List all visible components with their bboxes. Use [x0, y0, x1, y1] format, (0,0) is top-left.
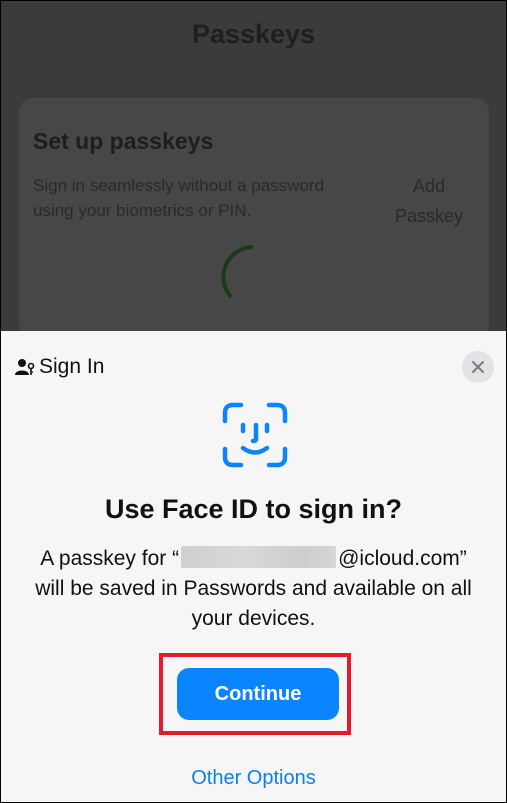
face-id-icon	[222, 402, 288, 468]
face-id-headline: Use Face ID to sign in?	[104, 494, 403, 524]
other-options-link[interactable]: Other Options	[1, 767, 506, 790]
loading-spinner-icon	[221, 245, 285, 309]
person-key-icon	[15, 359, 35, 375]
close-icon	[472, 361, 484, 373]
screen: Passkeys Set up passkeys Sign in seamles…	[0, 0, 507, 803]
passkey-description-prefix: A passkey for “	[40, 547, 180, 570]
passkey-description: A passkey for “@icloud.com” will be save…	[26, 544, 481, 634]
continue-button[interactable]: Continue	[177, 668, 339, 720]
setup-passkeys-title: Set up passkeys	[33, 128, 214, 154]
setup-passkeys-description: Sign in seamlessly without a password us…	[33, 176, 325, 220]
background-page-title: Passkeys	[191, 19, 316, 49]
add-passkey-button: Add Passkey	[394, 176, 464, 226]
close-button[interactable]	[462, 351, 494, 383]
sheet-title: Sign In	[39, 355, 105, 378]
redacted-email	[181, 546, 337, 568]
sheet-header: Sign In	[14, 355, 104, 379]
background-app: Passkeys Set up passkeys Sign in seamles…	[1, 1, 506, 338]
sign-in-sheet: Sign In Use Face ID to sign in? A passke…	[1, 331, 506, 802]
